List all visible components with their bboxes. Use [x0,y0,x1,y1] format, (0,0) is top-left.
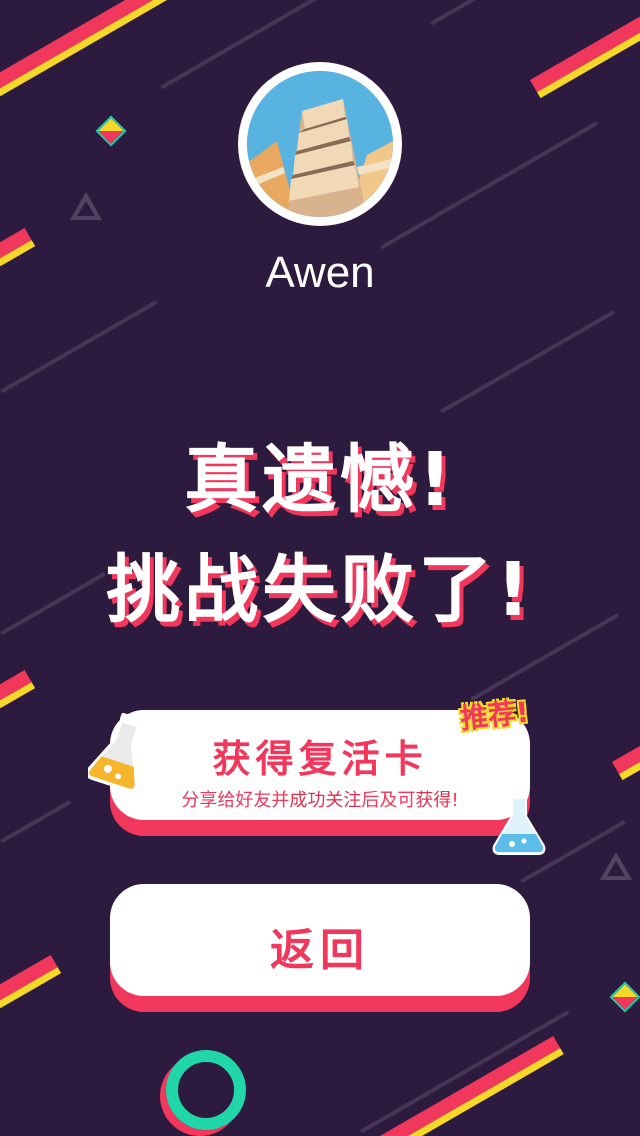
building-photo-avatar [247,71,393,217]
bg-streak [0,800,72,844]
decor-stick [0,955,62,1009]
flask-icon [85,712,154,794]
decor-stick [380,1036,564,1136]
bg-streak [0,300,158,394]
subtitle-part: ! [451,790,459,811]
bg-streak [380,121,599,250]
result-subheadline: 挑战失败了! [106,547,534,633]
back-button[interactable]: 返回 [110,884,530,996]
username: Awen [265,248,375,297]
back-button-label: 返回 [270,925,370,976]
decor-triangle [600,852,632,880]
subtitle-part: 成功关注 [289,790,362,811]
decor-cube [609,981,640,1013]
bg-streak [440,310,616,414]
game-over-screen: Awen 真遗憾! 挑战失败了! 获得复活卡 分享给好友并成功关注后及可获得! … [0,0,640,1136]
decor-stick [0,670,36,709]
bg-streak [360,1010,570,1134]
subtitle-part: 分享给好友并 [181,790,290,811]
avatar [238,62,402,226]
decor-stick [530,15,640,99]
bg-streak [430,0,606,26]
erlenmeyer-flask-icon [488,792,550,860]
subtitle-part: 获得 [415,790,452,811]
decor-triangle [70,192,102,220]
recommend-badge: 推荐! [458,695,531,736]
result-headline: 真遗憾! [184,437,456,523]
revive-card-subtitle: 分享给好友并成功关注后及可获得! [110,786,530,812]
decor-cube [95,115,127,147]
decor-stick [0,0,174,97]
decor-stick [612,742,640,781]
decor-ring [166,1050,246,1130]
subtitle-part: 后及可 [361,790,416,811]
